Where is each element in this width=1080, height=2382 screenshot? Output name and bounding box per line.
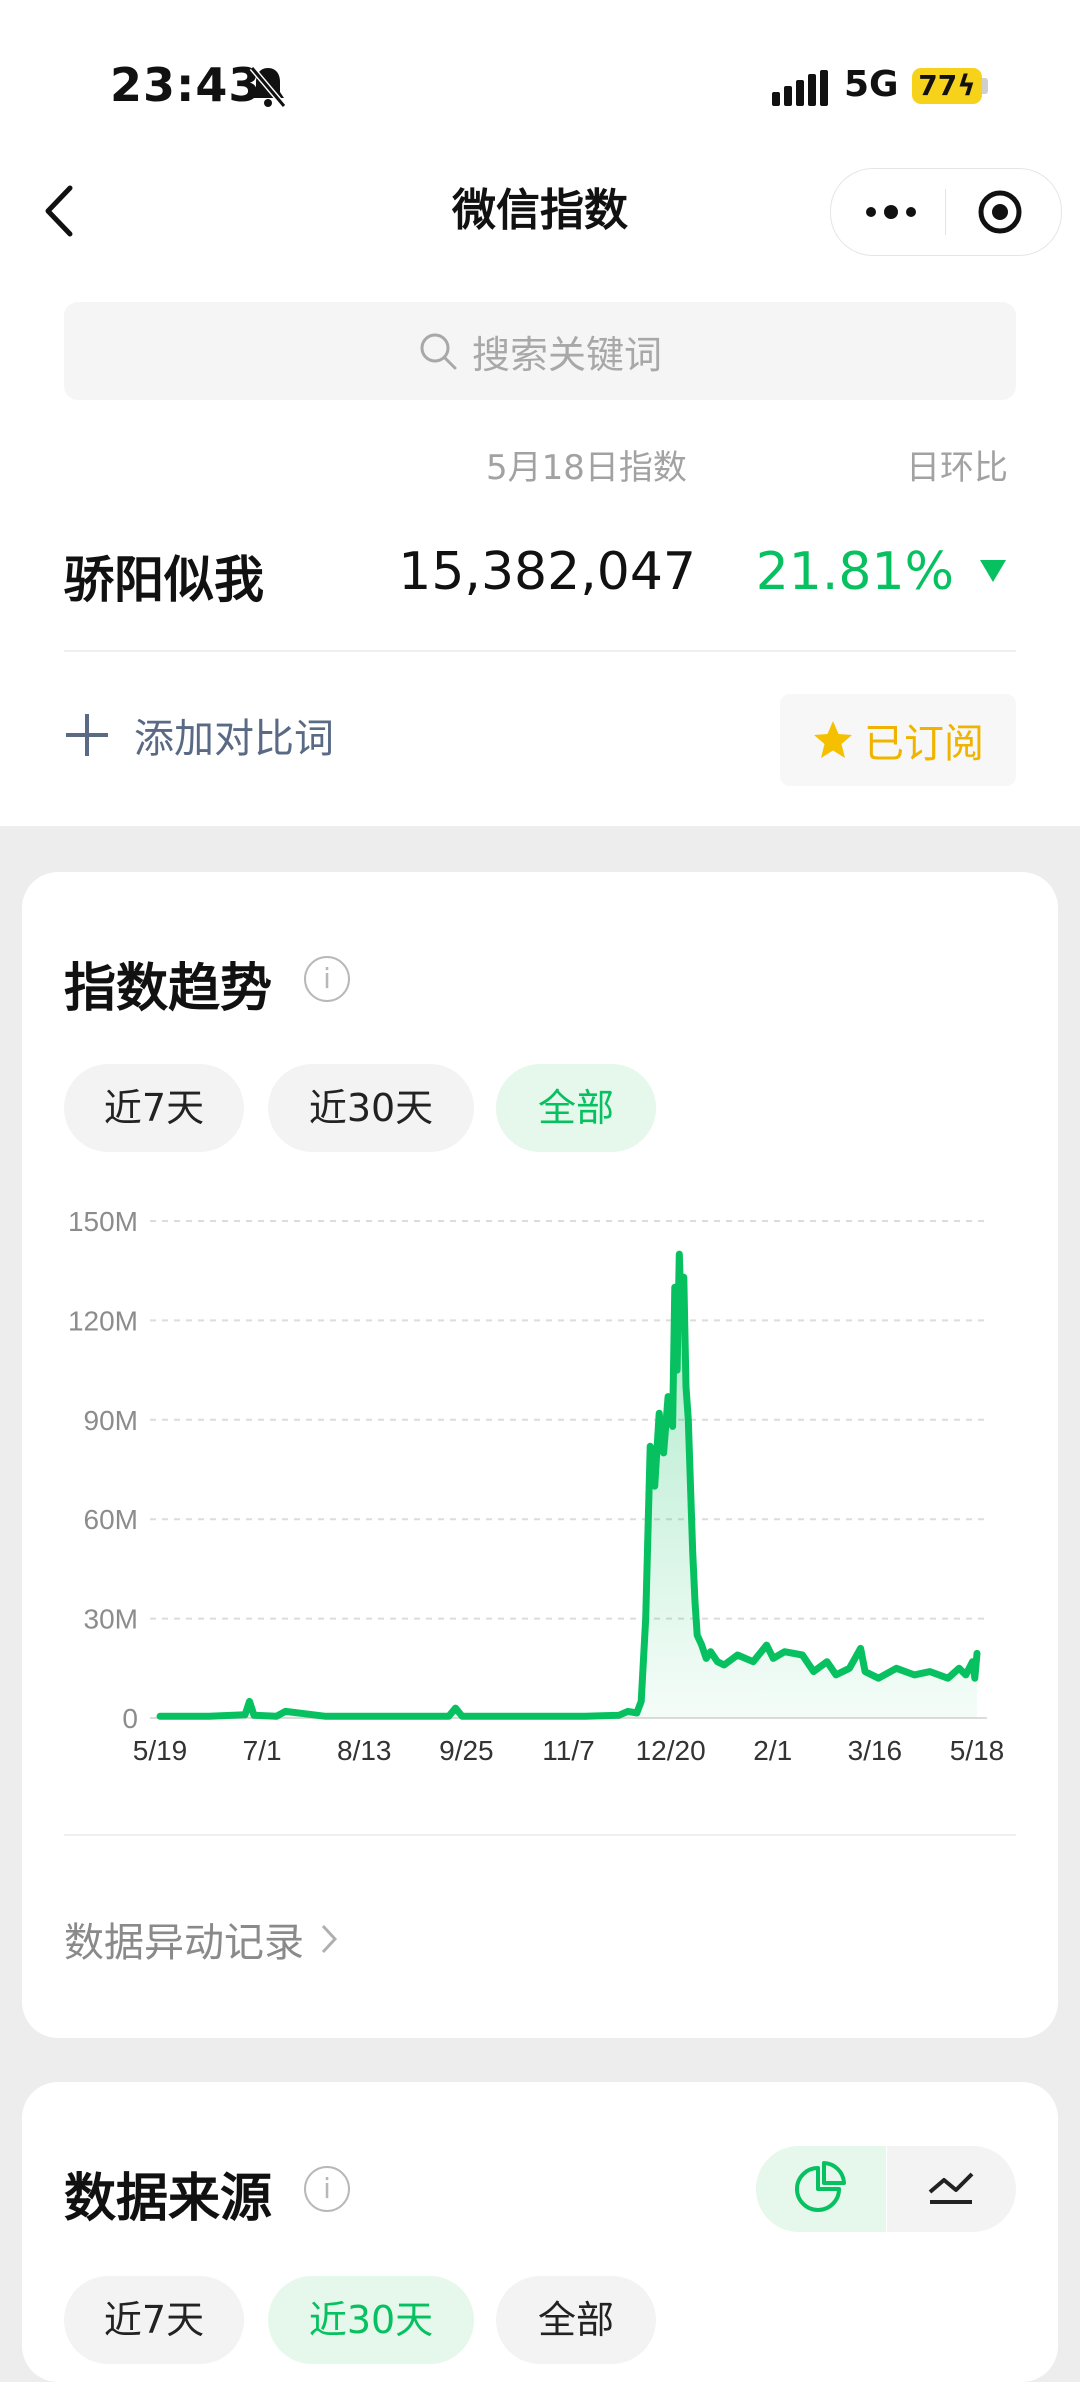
date-index-header: 5月18日指数 bbox=[486, 440, 687, 489]
source-range-chip-30d[interactable]: 近30天 bbox=[268, 2276, 474, 2364]
battery-level: 77 bbox=[918, 69, 957, 102]
range-chip-all[interactable]: 全部 bbox=[496, 1064, 656, 1152]
y-tick-label: 60M bbox=[84, 1504, 138, 1535]
status-time: 23:43 bbox=[110, 58, 261, 112]
battery-tip bbox=[982, 78, 988, 94]
battery-indicator: 77ϟ bbox=[912, 68, 982, 104]
capsule-divider bbox=[945, 189, 946, 235]
network-label: 5G bbox=[844, 64, 899, 105]
subscribed-button[interactable]: 已订阅 bbox=[780, 694, 1016, 786]
trend-chart: 0 30M 60M 90M 120M 150M 5/19 7/1 8/13 9/25 11/7 12… bbox=[40, 1194, 1050, 1790]
miniprogram-capsule bbox=[830, 168, 1062, 256]
divider bbox=[64, 1834, 1016, 1836]
subscribed-label: 已订阅 bbox=[864, 711, 984, 769]
keyword-name[interactable]: 骄阳似我 bbox=[64, 540, 264, 612]
add-compare-label: 添加对比词 bbox=[134, 706, 334, 764]
x-tick-label: 8/13 bbox=[337, 1735, 392, 1766]
range-chip-30d[interactable]: 近30天 bbox=[268, 1064, 474, 1152]
trend-line bbox=[160, 1254, 977, 1716]
day-change-value: 21.81% bbox=[756, 542, 954, 602]
anomaly-record-label: 数据异动记录 bbox=[64, 1910, 304, 1968]
divider bbox=[64, 650, 1016, 652]
day-change-header: 日环比 bbox=[906, 440, 1008, 489]
range-chip-7d[interactable]: 近7天 bbox=[64, 1064, 244, 1152]
x-tick-label: 11/7 bbox=[542, 1735, 594, 1766]
add-compare-button[interactable]: 添加对比词 bbox=[64, 706, 334, 764]
y-tick-label: 120M bbox=[68, 1305, 138, 1336]
view-toggle bbox=[756, 2146, 1016, 2232]
more-icon[interactable] bbox=[861, 195, 921, 229]
x-tick-label: 12/20 bbox=[636, 1735, 706, 1766]
x-tick-label: 9/25 bbox=[439, 1735, 494, 1766]
search-input[interactable]: 搜索关键词 bbox=[64, 302, 1016, 400]
close-target-icon[interactable] bbox=[975, 187, 1025, 237]
info-icon[interactable]: i bbox=[304, 956, 350, 1002]
plus-icon bbox=[64, 712, 110, 758]
x-tick-label: 5/18 bbox=[950, 1735, 1005, 1766]
chevron-right-icon bbox=[318, 1922, 340, 1956]
pie-chart-icon bbox=[756, 2146, 886, 2232]
x-tick-label: 2/1 bbox=[753, 1735, 792, 1766]
anomaly-record-link[interactable]: 数据异动记录 bbox=[64, 1910, 340, 1968]
x-tick-label: 3/16 bbox=[848, 1735, 903, 1766]
source-range-chip-7d[interactable]: 近7天 bbox=[64, 2276, 244, 2364]
search-placeholder: 搜索关键词 bbox=[472, 324, 662, 379]
x-tick-label: 5/19 bbox=[133, 1735, 188, 1766]
trend-title: 指数趋势 bbox=[64, 946, 272, 1021]
info-icon[interactable]: i bbox=[304, 2166, 350, 2212]
bell-off-icon bbox=[248, 64, 288, 110]
y-tick-label: 0 bbox=[122, 1703, 138, 1734]
pie-view-tab[interactable] bbox=[756, 2146, 886, 2232]
signal-icon bbox=[772, 70, 828, 106]
charging-icon: ϟ bbox=[957, 69, 975, 102]
x-tick-label: 7/1 bbox=[243, 1735, 282, 1766]
down-triangle-icon bbox=[978, 558, 1008, 584]
sources-title: 数据来源 bbox=[64, 2156, 272, 2231]
trend-area bbox=[160, 1254, 977, 1718]
y-tick-label: 150M bbox=[68, 1206, 138, 1237]
line-chart-view-tab[interactable] bbox=[886, 2146, 1016, 2232]
search-icon bbox=[418, 331, 458, 371]
star-icon bbox=[812, 719, 854, 761]
source-range-chip-all[interactable]: 全部 bbox=[496, 2276, 656, 2364]
y-tick-label: 90M bbox=[84, 1405, 138, 1436]
y-tick-label: 30M bbox=[84, 1604, 138, 1635]
index-value: 15,382,047 bbox=[398, 542, 696, 602]
